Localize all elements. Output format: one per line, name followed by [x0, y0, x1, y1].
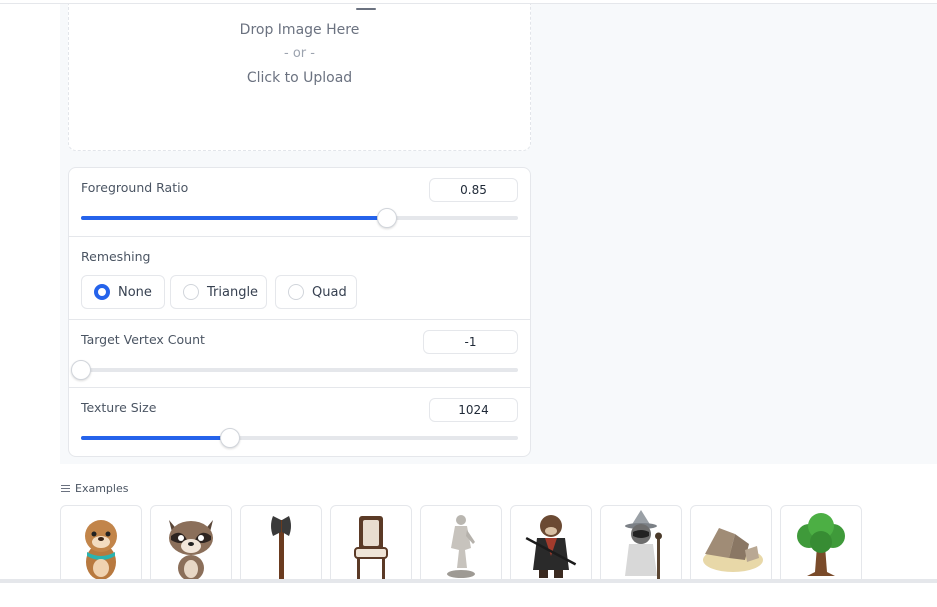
foreground-ratio-slider[interactable]	[81, 208, 518, 228]
foreground-ratio-input[interactable]: 0.85	[429, 178, 518, 202]
example-thumbnail-axe[interactable]	[240, 505, 322, 585]
texture-size-slider[interactable]	[81, 428, 518, 448]
example-thumbnail-samurai-otter[interactable]	[510, 505, 592, 585]
remeshing-label: Remeshing	[81, 249, 151, 264]
upload-icon	[356, 8, 376, 10]
axe-icon	[271, 516, 291, 582]
raccoon-icon	[169, 520, 213, 581]
otter-icon	[85, 520, 117, 580]
divider	[69, 387, 530, 388]
texture-size-label: Texture Size	[81, 400, 157, 415]
texture-size-slider-fill	[81, 436, 230, 440]
texture-size-slider-thumb[interactable]	[219, 428, 240, 448]
example-thumbnail-rocks[interactable]	[690, 505, 772, 585]
wizard-raccoon-icon	[625, 510, 662, 580]
click-to-upload-text[interactable]: Click to Upload	[69, 70, 530, 86]
foreground-ratio-slider-fill	[81, 216, 387, 220]
remeshing-option-quad[interactable]: Quad	[275, 275, 357, 309]
texture-size-input[interactable]: 1024	[429, 398, 518, 422]
settings-panel: Foreground Ratio 0.85 Remeshing None Tri…	[68, 167, 531, 457]
divider	[69, 319, 530, 320]
remeshing-option-label: Quad	[312, 284, 347, 300]
statue-icon	[447, 515, 475, 578]
rocks-icon	[703, 528, 763, 572]
examples-header: Examples	[61, 482, 128, 495]
radio-checked-icon	[94, 284, 110, 300]
samurai-otter-icon	[525, 515, 577, 578]
target-vertex-count-input[interactable]: -1	[423, 330, 518, 354]
example-thumbnail-wizard-raccoon[interactable]	[600, 505, 682, 585]
example-thumbnail-otter[interactable]	[60, 505, 142, 585]
target-vertex-count-slider[interactable]	[71, 360, 518, 380]
radio-unchecked-icon	[288, 284, 304, 300]
or-text: - or -	[284, 46, 315, 61]
examples-title: Examples	[75, 482, 129, 495]
tree-icon	[797, 513, 845, 576]
example-thumbnail-raccoon[interactable]	[150, 505, 232, 585]
radio-unchecked-icon	[183, 284, 199, 300]
image-upload-dropzone[interactable]: Drop Image Here - or - Click to Upload	[68, 4, 531, 151]
example-thumbnail-chair[interactable]	[330, 505, 412, 585]
chair-icon	[354, 516, 388, 580]
bottom-bar	[0, 579, 937, 607]
list-icon	[61, 485, 70, 492]
target-vertex-count-label: Target Vertex Count	[81, 332, 205, 347]
target-vertex-count-slider-thumb[interactable]	[71, 360, 91, 380]
divider	[69, 236, 530, 237]
foreground-ratio-slider-thumb[interactable]	[376, 208, 397, 228]
remeshing-option-label: None	[118, 284, 152, 300]
remeshing-option-label: Triangle	[207, 284, 259, 300]
remeshing-option-none[interactable]: None	[81, 275, 165, 309]
example-thumbnail-statue[interactable]	[420, 505, 502, 585]
foreground-ratio-label: Foreground Ratio	[81, 180, 189, 195]
remeshing-option-triangle[interactable]: Triangle	[170, 275, 267, 309]
example-thumbnail-tree[interactable]	[780, 505, 862, 585]
drop-image-text: Drop Image Here	[239, 22, 360, 38]
